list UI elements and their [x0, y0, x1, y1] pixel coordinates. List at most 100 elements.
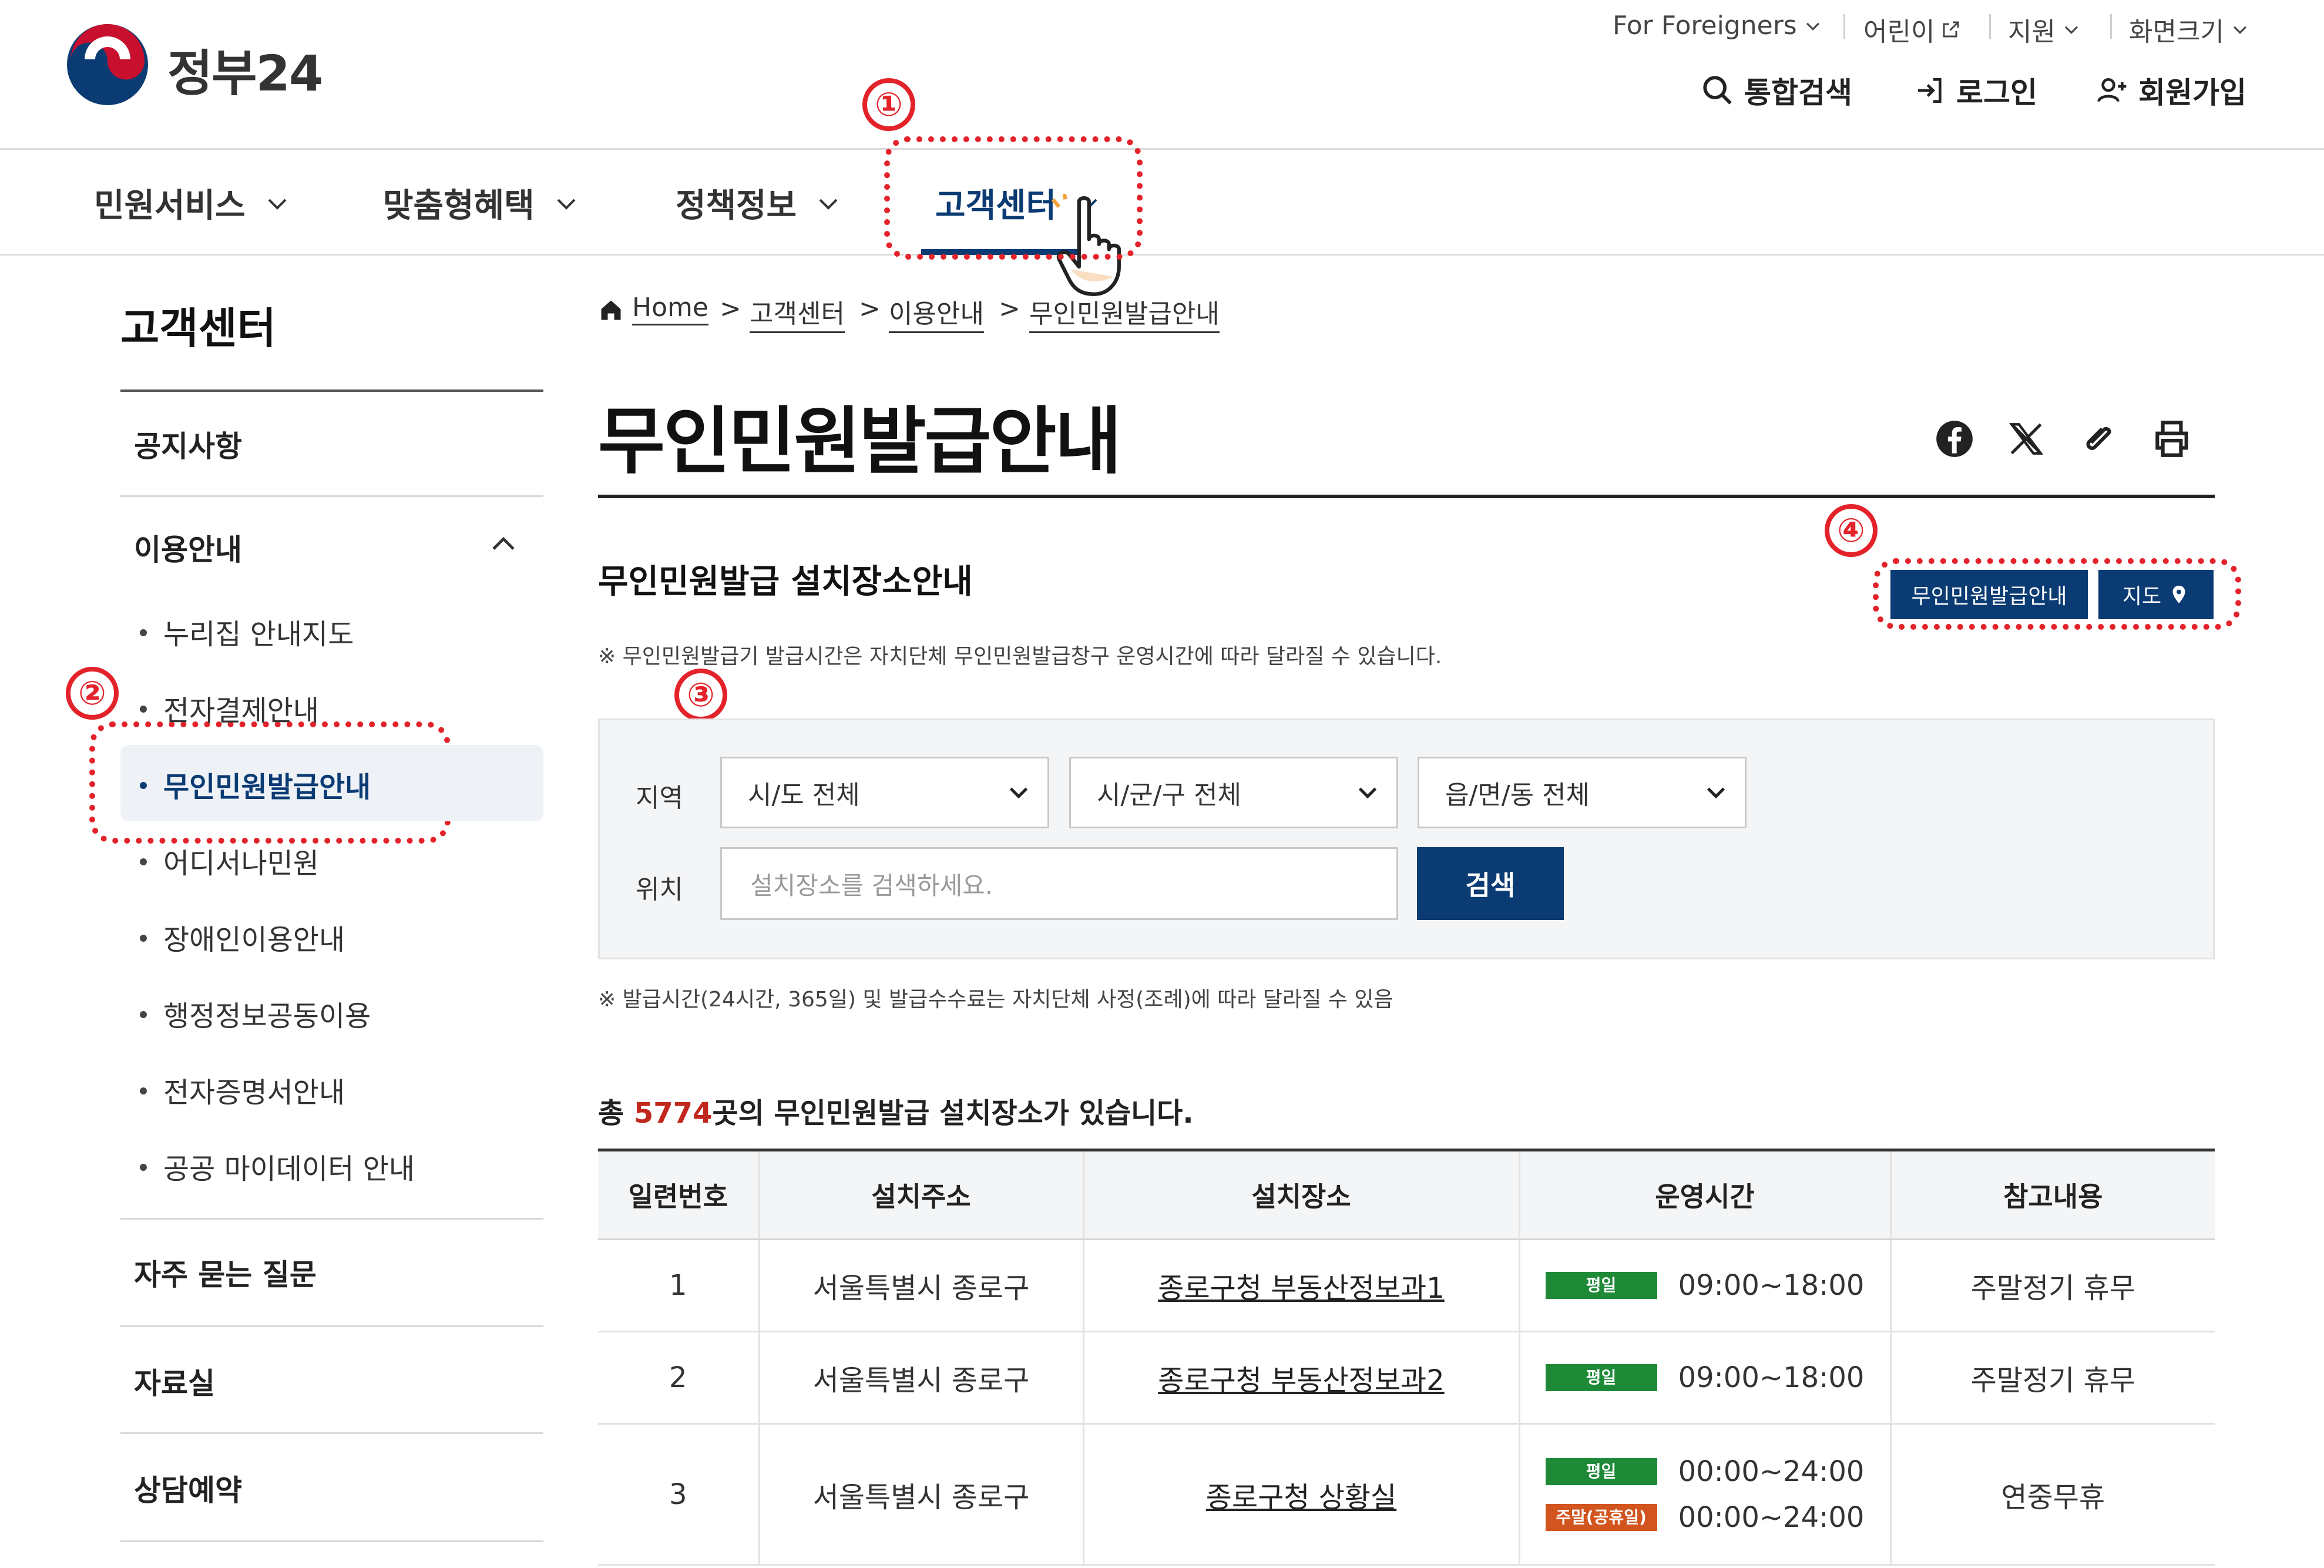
chevron-up-icon[interactable] [486, 528, 520, 562]
global-navigation: 민원서비스 맞춤형혜택 정책정보 고객센터 [0, 150, 2324, 256]
sidebar-subitem-label: 행정정보공동이용 [163, 1000, 371, 1033]
integrated-search-label: 통합검색 [1744, 76, 1852, 110]
gnb-label: 민원서비스 [94, 187, 246, 225]
sidebar-subitem-unmanned-issuance[interactable]: 무인민원발급안내 [140, 764, 371, 805]
sidebar-item-consult[interactable]: 상담예약 [134, 1467, 242, 1509]
print-icon[interactable] [2150, 417, 2194, 461]
sidebar-item-library[interactable]: 자료실 [134, 1360, 215, 1402]
note-issue-hours: ※ 무인민원발급기 발급시간은 자치단체 무인민원발급창구 운영시간에 따라 달… [598, 644, 1442, 669]
external-link-icon [1943, 21, 1959, 38]
column-header-remark: 참고내용 [1890, 1149, 2215, 1240]
eupmyeondong-select[interactable]: 읍/면/동 전체 [1418, 757, 1747, 828]
chevron-down-icon [557, 199, 576, 210]
cell-hours: 평일 09:00~18:00 [1519, 1331, 1892, 1425]
breadcrumb-customer-center[interactable]: 고객센터 [750, 293, 845, 333]
map-label: 지도 [2122, 585, 2162, 609]
for-foreigners-menu[interactable]: For Foreigners [1613, 11, 1823, 41]
sidebar-subitem-label: 장애인이용안내 [163, 924, 345, 956]
sidebar-item-notice[interactable]: 공지사항 [134, 423, 242, 465]
map-button[interactable]: 지도 [2098, 570, 2214, 619]
util-divider [1989, 14, 1991, 39]
login-icon [1918, 78, 1942, 103]
sidebar-subitem-label: 어디서나민원 [163, 847, 319, 880]
page-title: 무인민원발급안내 [598, 399, 1122, 484]
table-header-row: 일련번호 설치주소 설치장소 운영시간 참고내용 [598, 1149, 2215, 1240]
bullet-dot [140, 1164, 147, 1171]
login-button[interactable]: 로그인 [1914, 69, 2037, 112]
chevron-down-icon [2064, 26, 2078, 34]
sidebar-subitem-site-map[interactable]: 누리집 안내지도 [140, 611, 354, 652]
sidebar-subitem-info-sharing[interactable]: 행정정보공동이용 [140, 993, 371, 1034]
sidebar-divider [120, 495, 543, 497]
sidebar-subitem-accessibility[interactable]: 장애인이용안내 [140, 916, 345, 958]
cell-address: 서울특별시 종로구 [759, 1239, 1084, 1332]
result-count: 5774 [633, 1097, 713, 1130]
cell-hours: 평일 00:00~24:00 주말(공휴일) 00:00~24:00 [1519, 1423, 1892, 1566]
kids-link[interactable]: 어린이 [1863, 11, 1962, 48]
sidebar-subitem-label: 전자증명서안내 [163, 1076, 345, 1109]
column-header-place: 설치장소 [1083, 1149, 1520, 1240]
sidebar-subitem-anywhere[interactable]: 어디서나민원 [140, 840, 319, 881]
breadcrumb-home[interactable]: Home [632, 293, 708, 325]
place-link[interactable]: 종로구청 상황실 [1206, 1481, 1396, 1514]
site-logo-text[interactable]: 정부24 [167, 34, 323, 105]
gnb-label: 정책정보 [676, 187, 797, 225]
weekend-badge: 주말(공휴일) [1545, 1503, 1657, 1531]
gnb-label: 맞춤형혜택 [383, 187, 535, 225]
breadcrumb-current[interactable]: 무인민원발급안내 [1029, 293, 1220, 333]
signup-button[interactable]: 회원가입 [2096, 69, 2246, 112]
place-link[interactable]: 종로구청 부동산정보과1 [1158, 1272, 1444, 1305]
sigungu-select[interactable]: 시/군/구 전체 [1069, 757, 1398, 828]
bullet-dot [140, 706, 147, 713]
integrated-search-button[interactable]: 통합검색 [1701, 69, 1852, 112]
font-size-label: 화면크기 [2129, 17, 2224, 47]
table-row: 1 서울특별시 종로구 종로구청 부동산정보과1 평일 09:00~18:00 … [598, 1239, 2215, 1332]
location-search-input[interactable]: 설치장소를 검색하세요. [720, 847, 1398, 920]
link-copy-icon[interactable] [2077, 417, 2120, 461]
gnb-item-civil-services[interactable]: 민원서비스 [94, 179, 291, 227]
chevron-down-icon [1806, 22, 1819, 31]
gov-emblem-icon[interactable] [63, 21, 152, 109]
x-twitter-icon[interactable] [2004, 417, 2048, 461]
summary-suffix: 곳의 무인민원발급 설치장소가 있습니다. [712, 1097, 1194, 1130]
sidebar-subitem-e-certificate[interactable]: 전자증명서안내 [140, 1069, 345, 1110]
sidebar-divider [120, 1218, 543, 1220]
sidebar-subitem-label: 무인민원발급안내 [163, 771, 371, 804]
unmanned-guide-button[interactable]: 무인민원발급안내 [1890, 570, 2088, 619]
cell-remark: 주말정기 휴무 [1890, 1239, 2215, 1332]
search-button[interactable]: 검색 [1417, 847, 1564, 920]
hours-time: 00:00~24:00 [1678, 1500, 1865, 1534]
step-marker-1: ① [862, 78, 915, 131]
sidebar-title: 고객센터 [120, 304, 276, 353]
table-row: 3 서울특별시 종로구 종로구청 상황실 평일 00:00~24:00 주말(공… [598, 1423, 2215, 1566]
sidebar-subitem-payment[interactable]: 전자결제안내 [140, 687, 319, 728]
result-summary: 총 5774곳의 무인민원발급 설치장소가 있습니다. [598, 1090, 1194, 1131]
kids-label: 어린이 [1863, 17, 1935, 47]
breadcrumb-usage[interactable]: 이용안내 [889, 293, 984, 333]
chevron-down-icon [1009, 787, 1028, 799]
util-divider [2110, 14, 2112, 39]
gnb-item-policy-info[interactable]: 정책정보 [676, 179, 842, 227]
breadcrumb-separator: > [720, 294, 741, 324]
hours-time: 09:00~18:00 [1678, 1361, 1865, 1394]
gnb-item-custom-benefits[interactable]: 맞춤형혜택 [383, 179, 580, 227]
sidebar-item-usage[interactable]: 이용안내 [134, 526, 242, 569]
bullet-dot [140, 858, 147, 865]
column-header-hours: 운영시간 [1519, 1149, 1892, 1240]
sidebar-subitem-mydata[interactable]: 공공 마이데이터 안내 [140, 1146, 415, 1187]
cell-no: 2 [598, 1331, 760, 1425]
font-size-menu[interactable]: 화면크기 [2129, 11, 2250, 48]
facebook-icon[interactable] [1933, 417, 1976, 461]
hours-line: 평일 09:00~18:00 [1520, 1263, 1890, 1308]
hand-pointer-icon [1052, 194, 1121, 296]
section-title: 무인민원발급 설치장소안내 [598, 563, 973, 601]
place-link[interactable]: 종로구청 부동산정보과2 [1158, 1364, 1444, 1397]
eupmyeondong-value: 읍/면/동 전체 [1445, 780, 1590, 810]
sidebar-item-faq[interactable]: 자주 묻는 질문 [134, 1251, 317, 1294]
chevron-down-icon [1358, 787, 1377, 799]
cell-address: 서울특별시 종로구 [759, 1331, 1084, 1425]
step-marker-4: ④ [1825, 504, 1878, 557]
location-label: 위치 [636, 875, 683, 905]
support-menu[interactable]: 지원 [2008, 11, 2081, 48]
sido-select[interactable]: 시/도 전체 [720, 757, 1049, 828]
